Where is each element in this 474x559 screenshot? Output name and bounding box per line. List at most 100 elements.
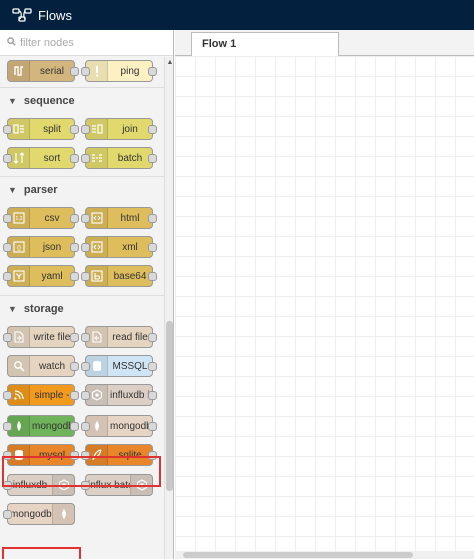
output-port[interactable] — [148, 154, 157, 163]
input-port[interactable] — [81, 391, 90, 400]
palette-row: 1,2 csv html — [0, 202, 164, 232]
scrollbar-thumb[interactable] — [166, 321, 173, 491]
input-port[interactable] — [3, 154, 12, 163]
output-port[interactable] — [70, 422, 79, 431]
input-port[interactable] — [3, 333, 12, 342]
category-storage[interactable]: ▼ storage — [0, 295, 164, 321]
highlight-box — [2, 547, 81, 559]
output-port[interactable] — [148, 362, 157, 371]
node-palette: filter nodes serial ping ▼ sequence spli… — [0, 30, 174, 559]
output-port[interactable] — [148, 272, 157, 281]
palette-row: {} json xml — [0, 232, 164, 262]
input-port[interactable] — [3, 125, 12, 134]
input-port[interactable] — [3, 391, 12, 400]
output-port[interactable] — [70, 214, 79, 223]
join-node[interactable]: join — [81, 118, 157, 140]
input-port[interactable] — [81, 422, 90, 431]
output-port[interactable] — [70, 154, 79, 163]
split-node[interactable]: split — [3, 118, 79, 140]
palette-row: sort batch — [0, 143, 164, 173]
output-port[interactable] — [148, 243, 157, 252]
canvas-horizontal-scrollbar[interactable] — [175, 551, 474, 559]
scrollbar-thumb[interactable] — [183, 552, 413, 558]
input-port[interactable] — [3, 272, 12, 281]
mongodb3-node[interactable]: mongodb3 — [3, 415, 79, 437]
input-port[interactable] — [81, 362, 90, 371]
search-icon — [7, 36, 20, 49]
chevron-down-icon: ▼ — [8, 95, 17, 106]
search-input[interactable]: filter nodes — [20, 37, 74, 49]
mongodb-out-node[interactable]: mongodb — [81, 415, 157, 437]
palette-row: mongodb3 mongodb — [0, 411, 164, 441]
input-port[interactable] — [3, 243, 12, 252]
base64-node[interactable]: base64 — [81, 265, 157, 287]
palette-row: mongodb — [0, 501, 164, 531]
yaml-node[interactable]: yaml — [3, 265, 79, 287]
palette-row: serial ping — [0, 57, 164, 87]
input-port[interactable] — [81, 125, 90, 134]
input-port[interactable] — [81, 67, 90, 76]
palette-search[interactable]: filter nodes — [0, 30, 173, 56]
category-parser[interactable]: ▼ parser — [0, 176, 164, 202]
output-port[interactable] — [148, 333, 157, 342]
html-node[interactable]: html — [81, 207, 157, 229]
category-sequence[interactable]: ▼ sequence — [0, 87, 164, 113]
sort-node[interactable]: sort — [3, 147, 79, 169]
output-port[interactable] — [70, 333, 79, 342]
output-port[interactable] — [70, 272, 79, 281]
input-port[interactable] — [3, 422, 12, 431]
input-port[interactable] — [81, 333, 90, 342]
xml-node[interactable]: xml — [81, 236, 157, 258]
workspace-tabs: Flow 1 — [175, 30, 474, 57]
app-header: Flows — [0, 0, 474, 30]
palette-row: yaml base64 — [0, 262, 164, 292]
batch-node[interactable]: batch — [81, 147, 157, 169]
output-port[interactable] — [148, 391, 157, 400]
simple-node[interactable]: simple - — [3, 384, 79, 406]
svg-text:1,2: 1,2 — [15, 216, 22, 222]
read-file-node[interactable]: read file — [81, 326, 157, 348]
write-file-node[interactable]: write file — [3, 326, 79, 348]
palette-row: split join — [0, 113, 164, 143]
input-port[interactable] — [81, 243, 90, 252]
app-title: Flows — [38, 7, 72, 23]
palette-row: simple - influxdb in — [0, 381, 164, 411]
influxdb-in-node[interactable]: influxdb in — [81, 384, 157, 406]
csv-node[interactable]: 1,2 csv — [3, 207, 79, 229]
scroll-up-icon[interactable]: ▲ — [166, 59, 173, 67]
highlight-box — [2, 456, 161, 487]
palette-row: write file read file — [0, 321, 164, 351]
input-port[interactable] — [3, 510, 12, 519]
output-port[interactable] — [70, 391, 79, 400]
output-port[interactable] — [70, 243, 79, 252]
mongodb-in-node[interactable]: mongodb — [3, 503, 75, 525]
serial-icon — [8, 61, 30, 81]
output-port[interactable] — [70, 125, 79, 134]
output-port[interactable] — [70, 362, 79, 371]
svg-text:{}: {} — [16, 246, 20, 252]
palette-scrollbar[interactable]: ▲ — [164, 57, 173, 559]
output-port[interactable] — [70, 67, 79, 76]
output-port[interactable] — [148, 422, 157, 431]
input-port[interactable] — [3, 214, 12, 223]
output-port[interactable] — [148, 67, 157, 76]
output-port[interactable] — [148, 214, 157, 223]
palette-row: watch MSSQL — [0, 351, 164, 381]
node-red-logo-icon — [12, 8, 32, 22]
serial-node[interactable]: serial — [7, 60, 79, 82]
chevron-down-icon: ▼ — [8, 303, 17, 314]
output-port[interactable] — [148, 125, 157, 134]
input-port[interactable] — [81, 154, 90, 163]
tab-flow-1[interactable]: Flow 1 — [191, 32, 339, 57]
mongodb-leaf-icon — [52, 504, 74, 524]
watch-node[interactable]: watch — [7, 355, 79, 377]
chevron-down-icon: ▼ — [8, 184, 17, 195]
mssql-node[interactable]: MSSQL — [81, 355, 157, 377]
ping-node[interactable]: ping — [81, 60, 157, 82]
input-port[interactable] — [81, 214, 90, 223]
input-port[interactable] — [81, 272, 90, 281]
palette-scroll-area: serial ping ▼ sequence split join sort b… — [0, 57, 164, 559]
json-node[interactable]: {} json — [3, 236, 79, 258]
flow-canvas[interactable] — [175, 56, 474, 559]
magnifier-icon — [8, 356, 30, 376]
